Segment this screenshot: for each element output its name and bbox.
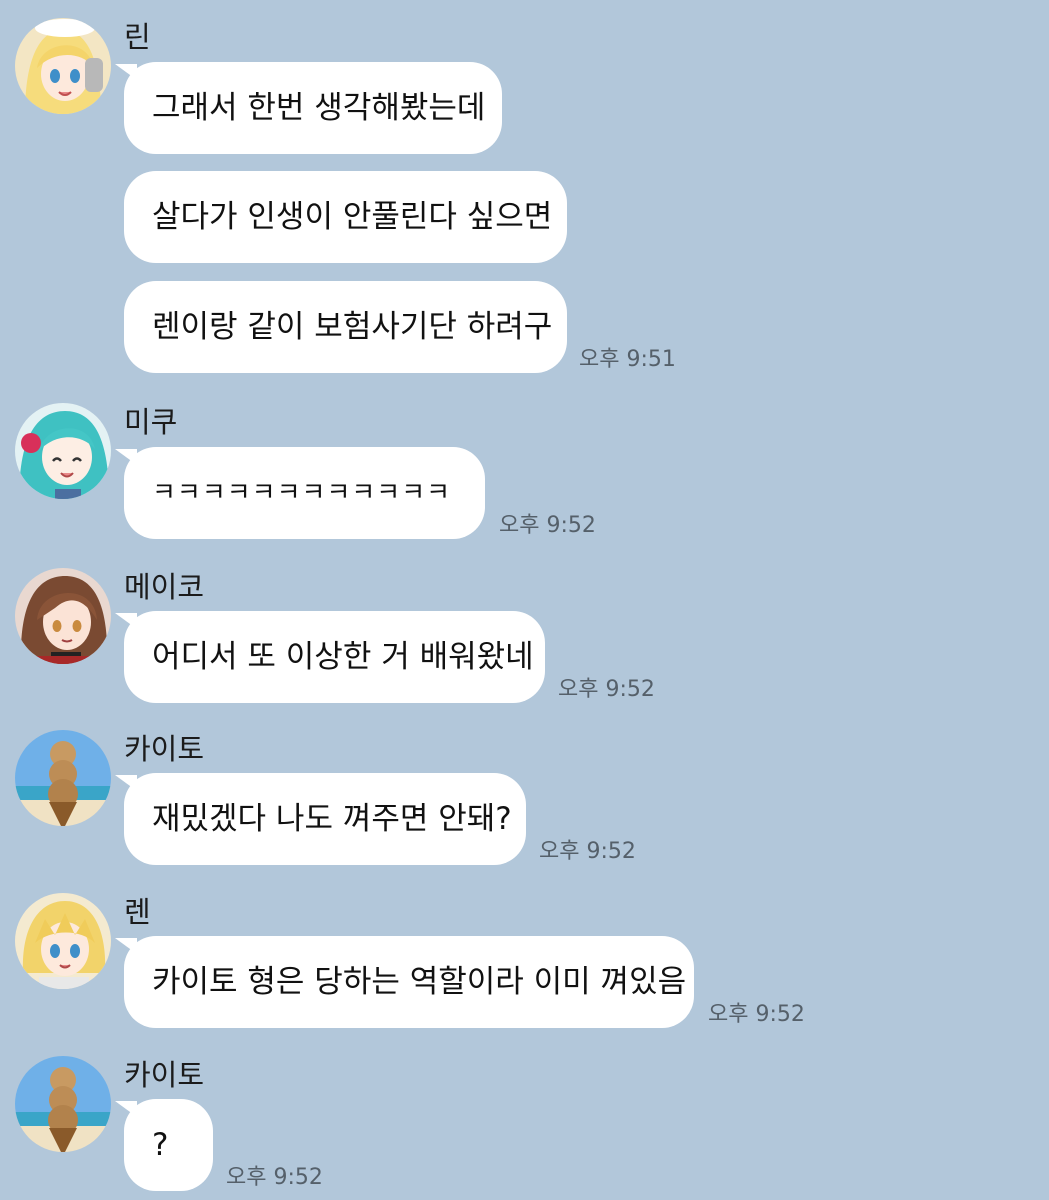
message-time: 오후 9:52: [708, 1002, 805, 1027]
message-time: 오후 9:52: [226, 1165, 323, 1190]
message-bubble[interactable]: 살다가 인생이 안풀린다 싶으면: [124, 171, 567, 263]
icecream-avatar-icon[interactable]: [15, 730, 111, 826]
message-bubble[interactable]: 어디서 또 이상한 거 배워왔네: [124, 611, 545, 703]
message-bubble[interactable]: 카이토 형은 당하는 역할이라 이미 껴있음: [124, 936, 694, 1028]
message-bubble[interactable]: 그래서 한번 생각해봤는데: [124, 62, 502, 154]
message-time: 오후 9:52: [558, 677, 655, 702]
message-time: 오후 9:52: [539, 839, 636, 864]
message-time: 오후 9:52: [499, 513, 596, 538]
message-time: 오후 9:51: [579, 347, 676, 372]
icecream-avatar-icon[interactable]: [15, 1056, 111, 1152]
sender-name: 미쿠: [124, 405, 178, 439]
len-avatar-icon[interactable]: [15, 893, 111, 989]
message-bubble[interactable]: 렌이랑 같이 보험사기단 하려구: [124, 281, 567, 373]
chat-area: 린 그래서 한번 생각해봤는데 살다가 인생이 안풀린다 싶으면 렌이랑 같이 …: [0, 0, 1049, 1200]
sender-name: 카이토: [124, 732, 205, 766]
sender-name: 린: [124, 20, 151, 54]
meiko-avatar-icon[interactable]: [15, 568, 111, 664]
sender-name: 카이토: [124, 1058, 205, 1092]
rin-avatar-icon[interactable]: [15, 18, 111, 114]
miku-avatar-icon[interactable]: [15, 403, 111, 499]
sender-name: 메이코: [124, 570, 205, 604]
sender-name: 렌: [124, 895, 151, 929]
message-bubble[interactable]: ㅋㅋㅋㅋㅋㅋㅋㅋㅋㅋㅋㅋ: [124, 447, 485, 539]
message-bubble[interactable]: 재밌겠다 나도 껴주면 안돼?: [124, 773, 526, 865]
message-bubble[interactable]: ?: [124, 1099, 213, 1191]
